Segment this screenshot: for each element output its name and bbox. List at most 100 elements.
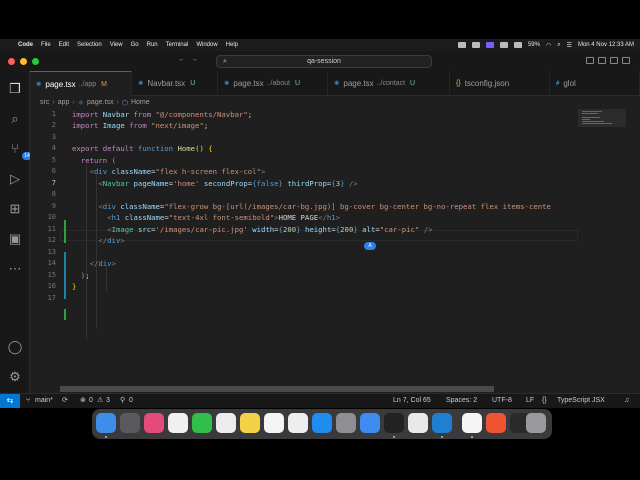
more-views-icon[interactable]: ⋯ <box>7 261 23 277</box>
calendar-icon[interactable] <box>216 413 236 433</box>
menu-run[interactable]: Run <box>147 42 158 48</box>
screen-recorder-icon[interactable] <box>457 42 466 48</box>
nav-arrows[interactable]: ←→ <box>178 56 204 63</box>
code-line[interactable]: return ( <box>72 156 116 165</box>
accounts-icon[interactable]: ◯ <box>7 339 23 355</box>
diff-modified-marker[interactable] <box>64 252 66 299</box>
chrome-icon[interactable] <box>462 413 482 433</box>
remote-explorer-icon[interactable]: ▣ <box>7 231 23 247</box>
battery-icon[interactable] <box>513 42 522 48</box>
code-line[interactable]: import Image from "next/image"; <box>72 121 208 130</box>
spotlight-app-icon[interactable] <box>120 413 140 433</box>
menu-edit[interactable]: Edit <box>59 42 69 48</box>
menu-view[interactable]: View <box>110 42 123 48</box>
code-line[interactable]: <h1 className="text-4xl font-semibold">H… <box>72 213 340 222</box>
notes-icon[interactable] <box>240 413 260 433</box>
sync-icon[interactable]: ⟳ <box>62 394 68 408</box>
toggle-sidebar-icon[interactable] <box>586 57 594 64</box>
freeform-icon[interactable] <box>288 413 308 433</box>
end-of-line[interactable]: LF <box>526 394 534 408</box>
slack-icon[interactable] <box>408 413 428 433</box>
reminders-icon[interactable] <box>264 413 284 433</box>
source-control-icon[interactable]: ⑂ 14 <box>7 141 32 160</box>
minimap[interactable] <box>578 109 640 393</box>
vscode-dock-icon[interactable] <box>432 413 452 433</box>
clock[interactable]: Mon 4 Nov 12:33 AM <box>578 42 634 48</box>
tab-globals[interactable]: # glol <box>550 71 640 96</box>
menu-terminal[interactable]: Terminal <box>166 42 189 48</box>
breadcrumb-src[interactable]: src <box>40 99 49 106</box>
ports-icon[interactable]: ⚲ <box>120 394 125 408</box>
code-line-current[interactable]: <Navbar pageName='home' secondProp={fals… <box>72 179 357 188</box>
menu-file[interactable]: File <box>41 42 51 48</box>
menu-selection[interactable]: Selection <box>77 42 102 48</box>
tab-navbar[interactable]: ⚛ Navbar.tsx U <box>132 71 218 96</box>
system-settings-icon[interactable] <box>336 413 356 433</box>
menu-extra-icon[interactable] <box>499 42 508 48</box>
encoding[interactable]: UTF-8 <box>492 394 512 408</box>
tab-page-about[interactable]: ⚛ page.tsx ../about U <box>218 71 328 96</box>
zoom-window-button[interactable] <box>32 58 39 65</box>
code-editor[interactable]: 1 2 3 4 5 6 7 8 9 10 11 12 13 14 15 16 1… <box>30 109 578 393</box>
branch-name[interactable]: main* <box>35 394 53 408</box>
status-icon[interactable] <box>471 42 480 48</box>
spotlight-icon[interactable]: ⌕ <box>557 42 560 49</box>
run-debug-icon[interactable]: ▷ <box>7 171 23 187</box>
language-mode[interactable]: TypeScript JSX <box>557 394 605 408</box>
code-line[interactable]: <Image src='/images/car-pic.jpg' width={… <box>72 225 432 234</box>
diff-added-marker[interactable] <box>64 309 66 320</box>
tab-page-app[interactable]: ⚛ page.tsx ../app M <box>30 71 132 96</box>
ports-count[interactable]: 0 <box>129 394 133 408</box>
photos-icon[interactable] <box>168 413 188 433</box>
trash-icon[interactable] <box>526 413 546 433</box>
explorer-icon[interactable]: ❐ <box>7 81 23 97</box>
search-view-icon[interactable]: ⌕ <box>7 111 23 127</box>
code-line[interactable]: </div> <box>72 259 116 268</box>
launchpad-icon[interactable] <box>144 413 164 433</box>
activity-bar: ❐ ⌕ ⑂ 14 ▷ ⊞ ▣ ⋯ ◯ ⚙ <box>0 71 32 393</box>
terminal-icon[interactable] <box>384 413 404 433</box>
diff-added-marker[interactable] <box>64 220 66 243</box>
settings-gear-icon[interactable]: ⚙ <box>7 369 23 385</box>
remote-indicator-icon[interactable]: ⇆ <box>0 394 20 408</box>
menu-app-name[interactable]: Code <box>18 42 33 48</box>
code-line[interactable]: <div className="flex-grow bg-[url(/image… <box>72 202 551 211</box>
safari-icon[interactable] <box>360 413 380 433</box>
finder-icon[interactable] <box>96 413 116 433</box>
extensions-icon[interactable]: ⊞ <box>7 201 23 217</box>
code-line[interactable]: } <box>72 282 76 291</box>
code-line[interactable]: import Navbar from "@/components/Navbar"… <box>72 110 252 119</box>
error-count[interactable]: 0 <box>89 394 93 408</box>
close-window-button[interactable] <box>8 58 15 65</box>
tab-tsconfig[interactable]: {} tsconfig.json <box>450 71 550 96</box>
horizontal-scrollbar[interactable] <box>60 386 494 392</box>
customize-layout-icon[interactable] <box>622 57 630 64</box>
menu-go[interactable]: Go <box>131 42 139 48</box>
app-store-icon[interactable] <box>312 413 332 433</box>
breadcrumb-symbol[interactable]: Home <box>131 99 150 106</box>
tab-page-contact[interactable]: ⚛ page.tsx ../contact U <box>328 71 450 96</box>
wifi-icon[interactable]: ◠ <box>546 42 551 49</box>
toggle-secondary-sidebar-icon[interactable] <box>610 57 618 64</box>
menu-window[interactable]: Window <box>196 42 217 48</box>
command-center[interactable]: ⌕ qa-session <box>216 55 432 68</box>
toggle-panel-icon[interactable] <box>598 57 606 64</box>
facetime-icon[interactable] <box>192 413 212 433</box>
notifications-icon[interactable]: ♫ <box>624 394 629 408</box>
minimize-window-button[interactable] <box>20 58 27 65</box>
breadcrumb-app[interactable]: app <box>58 99 70 106</box>
breadcrumb-file[interactable]: page.tsx <box>87 99 113 106</box>
code-line[interactable]: <div className="flex h-screen flex-col"> <box>72 167 266 176</box>
code-line[interactable]: ); <box>72 271 90 280</box>
control-center-icon[interactable]: ☰ <box>567 42 572 49</box>
code-line[interactable]: export default function Home() { <box>72 144 213 153</box>
app-status-icon[interactable] <box>485 42 494 48</box>
error-icon[interactable]: ⊗ <box>80 394 86 408</box>
menu-help[interactable]: Help <box>226 42 238 48</box>
git-client-icon[interactable] <box>486 413 506 433</box>
indentation[interactable]: Spaces: 2 <box>446 394 477 408</box>
cursor-position[interactable]: Ln 7, Col 65 <box>393 394 431 408</box>
warning-icon[interactable]: ⚠ <box>97 394 103 408</box>
code-line[interactable]: </div> <box>72 236 124 245</box>
warning-count[interactable]: 3 <box>106 394 110 408</box>
